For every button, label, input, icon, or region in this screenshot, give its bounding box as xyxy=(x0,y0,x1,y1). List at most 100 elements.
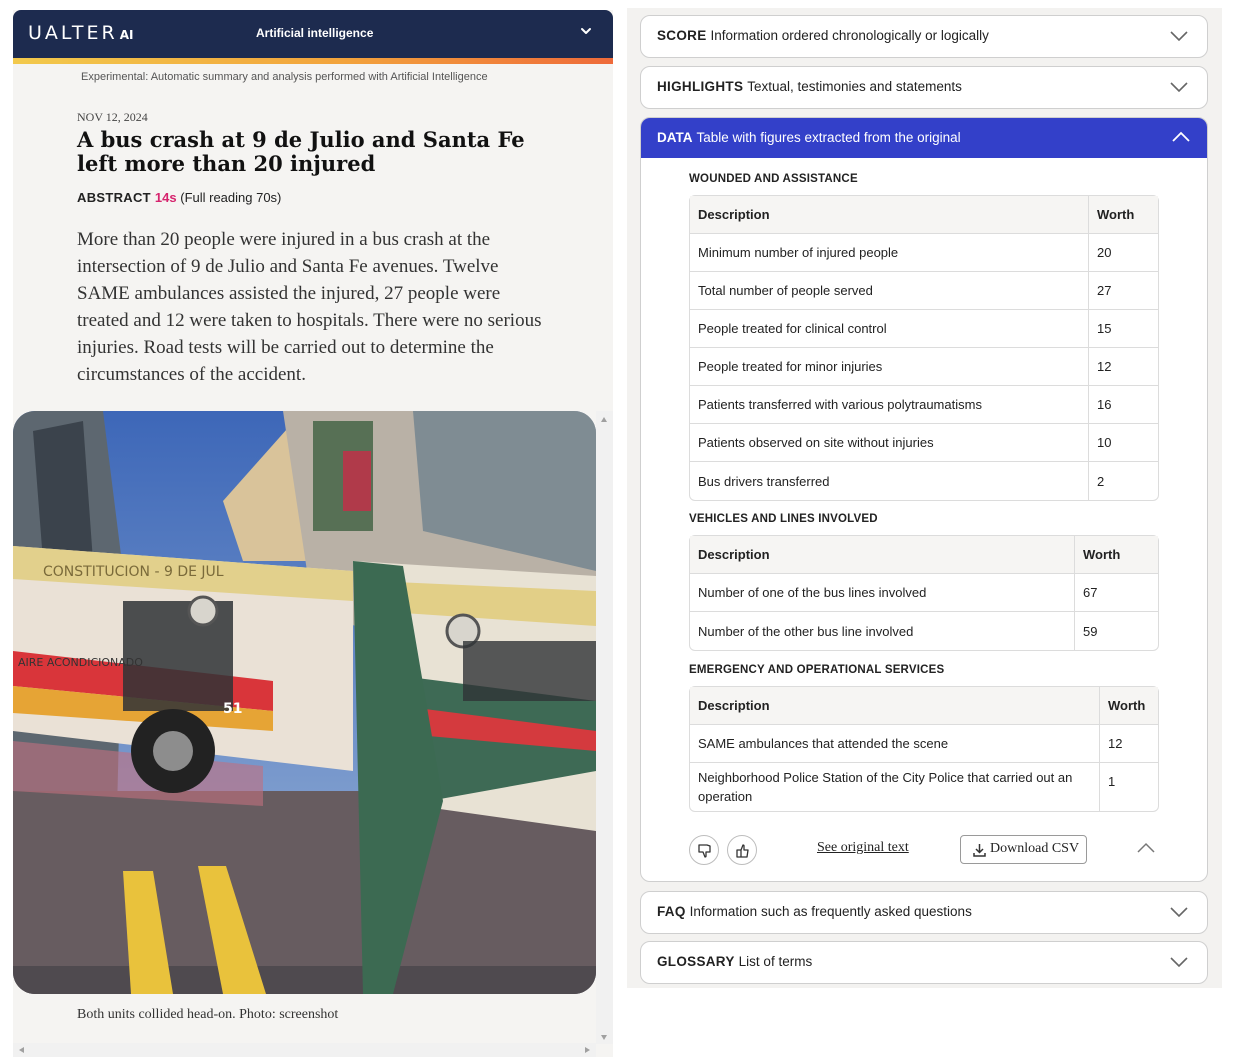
table-row: People treated for minor injuries 12 xyxy=(690,348,1158,386)
table-row: Patients observed on site without injuri… xyxy=(690,424,1158,462)
column-header-description: Description xyxy=(690,196,1088,234)
cell-description: Bus drivers transferred xyxy=(698,473,830,489)
table-row: SAME ambulances that attended the scene 1… xyxy=(690,725,1158,763)
scroll-up-arrow-icon[interactable] xyxy=(601,417,607,422)
photo-sign-text: CONSTITUCION - 9 DE JUL xyxy=(43,564,224,580)
photo-bus-text: AIRE ACONDICIONADO xyxy=(18,656,143,669)
table-row: Number of one of the bus lines involved 6… xyxy=(690,574,1158,612)
data-label: DATA xyxy=(657,130,693,145)
abstract-line: ABSTRACT 14s (Full reading 70s) xyxy=(77,190,281,205)
vertical-scrollbar[interactable] xyxy=(596,411,613,1044)
accordion-faq[interactable]: FAQ Information such as frequently asked … xyxy=(640,891,1208,934)
analysis-pane: SCORE Information ordered chronologically… xyxy=(627,8,1222,988)
cell-worth: 20 xyxy=(1088,234,1158,272)
chevron-down-icon[interactable] xyxy=(1169,906,1189,918)
cell-worth: 59 xyxy=(1074,612,1158,650)
cell-worth: 12 xyxy=(1099,725,1158,763)
highlights-desc: Textual, testimonies and statements xyxy=(747,79,962,94)
glossary-desc: List of terms xyxy=(738,954,813,969)
scroll-right-arrow-icon[interactable] xyxy=(585,1047,590,1053)
cell-description: Number of the other bus line involved xyxy=(698,623,914,639)
article-photo: CONSTITUCION - 9 DE JUL AIRE ACONDICIONA… xyxy=(13,411,596,994)
table-row: Neighborhood Police Station of the City … xyxy=(690,763,1158,811)
table-row: Total number of people served 27 xyxy=(690,272,1158,310)
table-row: Minimum number of injured people 20 xyxy=(690,234,1158,272)
cell-description: Number of one of the bus lines involved xyxy=(690,574,1074,612)
cell-description: People treated for minor injuries xyxy=(690,348,1088,386)
accordion-glossary[interactable]: GLOSSARY List of terms xyxy=(640,941,1208,984)
table-wounded: Description Worth Minimum number of inju… xyxy=(689,195,1159,501)
article-title: A bus crash at 9 de Julio and Santa Fe l… xyxy=(77,127,525,176)
table-header-row: Description Worth xyxy=(690,687,1158,725)
scroll-left-arrow-icon[interactable] xyxy=(19,1047,24,1053)
faq-label: FAQ xyxy=(657,904,686,919)
cell-description: Patients observed on site without injuri… xyxy=(690,424,1088,462)
chevron-down-icon[interactable] xyxy=(579,24,593,38)
cell-description: Patients transferred with various polytr… xyxy=(690,386,1088,424)
chevron-down-icon[interactable] xyxy=(1169,30,1189,42)
see-original-text-link[interactable]: See original text xyxy=(817,840,909,856)
table-vehicles: Description Worth Number of one of the b… xyxy=(689,535,1159,651)
column-header-worth: Worth xyxy=(1088,196,1158,234)
accordion-highlights[interactable]: HIGHLIGHTS Textual, testimonies and state… xyxy=(640,66,1208,109)
thumbs-down-button[interactable] xyxy=(689,835,719,865)
cell-description: SAME ambulances that attended the scene xyxy=(690,725,1099,763)
accordion-data: DATA Table with figures extracted from th… xyxy=(640,117,1208,882)
thumbs-up-button[interactable] xyxy=(727,835,757,865)
download-csv-button[interactable]: Download CSV xyxy=(960,835,1087,864)
abstract-reading-time: 14s xyxy=(154,190,177,205)
cell-worth: 10 xyxy=(1088,424,1158,462)
cell-worth: 67 xyxy=(1074,574,1158,612)
cell-description: Minimum number of injured people xyxy=(690,234,1088,272)
article-pane: UALTER AI Artificial intelligence Experim… xyxy=(13,10,613,1057)
thumbs-down-icon xyxy=(698,844,711,858)
scroll-down-arrow-icon[interactable] xyxy=(601,1035,607,1040)
table-emergency: Description Worth SAME ambulances that a… xyxy=(689,686,1159,812)
column-header-description: Description xyxy=(690,536,1074,574)
glossary-label: GLOSSARY xyxy=(657,954,735,969)
article-summary: More than 20 people were injured in a bu… xyxy=(77,229,542,385)
thumbs-up-icon xyxy=(736,844,749,858)
horizontal-scrollbar[interactable] xyxy=(13,1043,596,1057)
data-desc: Table with figures extracted from the or… xyxy=(696,130,961,145)
table-header-row: Description Worth xyxy=(690,536,1158,574)
cell-worth: 15 xyxy=(1088,310,1158,348)
chevron-up-icon[interactable] xyxy=(1171,131,1191,143)
abstract-label: ABSTRACT xyxy=(77,190,151,205)
column-header-worth: Worth xyxy=(1099,687,1158,725)
table-title-emergency: EMERGENCY AND OPERATIONAL SERVICES xyxy=(689,664,945,676)
table-row: Bus drivers transferred 2 xyxy=(690,462,1158,500)
ualter-logo[interactable]: UALTER AI xyxy=(28,22,133,44)
header-section-title: Artificial intelligence xyxy=(256,26,374,40)
table-row: Patients transferred with various polytr… xyxy=(690,386,1158,424)
score-desc: Information ordered chronologically or l… xyxy=(710,28,989,43)
experimental-note: Experimental: Automatic summary and anal… xyxy=(81,71,488,83)
highlights-label: HIGHLIGHTS xyxy=(657,79,744,94)
cell-worth: 2 xyxy=(1088,462,1158,500)
chevron-down-icon[interactable] xyxy=(1169,81,1189,93)
download-icon xyxy=(973,844,986,857)
download-csv-label: Download CSV xyxy=(990,841,1080,856)
cell-description: People treated for clinical control xyxy=(690,310,1088,348)
photo-caption: Both units collided head-on. Photo: scre… xyxy=(77,1007,339,1022)
cell-worth: 1 xyxy=(1099,763,1158,811)
accordion-data-header[interactable]: DATA Table with figures extracted from th… xyxy=(641,118,1207,158)
chevron-up-icon[interactable] xyxy=(1136,842,1156,854)
cell-description: Neighborhood Police Station of the City … xyxy=(698,770,1073,804)
header-accent-stripe xyxy=(13,58,613,64)
table-title-wounded: WOUNDED AND ASSISTANCE xyxy=(689,173,858,185)
table-row: People treated for clinical control 15 xyxy=(690,310,1158,348)
cell-worth: 27 xyxy=(1088,272,1158,310)
table-header-row: Description Worth xyxy=(690,196,1158,234)
accordion-score[interactable]: SCORE Information ordered chronologically… xyxy=(640,15,1208,58)
chevron-down-icon[interactable] xyxy=(1169,956,1189,968)
column-header-description: Description xyxy=(690,687,1099,725)
table-row: Number of the other bus line involved 59 xyxy=(690,612,1158,650)
photo-bus-number: 51 xyxy=(223,701,242,717)
app-header: UALTER AI Artificial intelligence xyxy=(13,10,613,58)
table-title-vehicles: VEHICLES AND LINES INVOLVED xyxy=(689,513,878,525)
cell-worth: 12 xyxy=(1088,348,1158,386)
cell-description: Total number of people served xyxy=(690,272,1088,310)
article-date: NOV 12, 2024 xyxy=(77,110,148,124)
logo-text: UALTER xyxy=(28,22,118,44)
